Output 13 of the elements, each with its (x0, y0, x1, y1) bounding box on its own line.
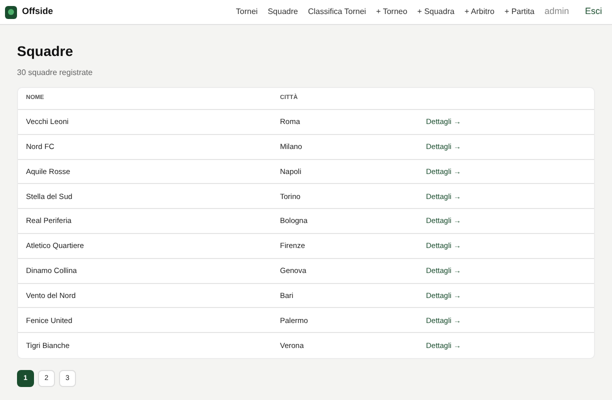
brand-name: Offside (22, 5, 54, 18)
nav-link[interactable]: + Squadra (412, 6, 460, 18)
page-title: Squadre (17, 42, 74, 60)
nav-link[interactable]: Tornei (230, 6, 263, 18)
user-label: admin (543, 5, 570, 18)
logo-icon (5, 6, 17, 18)
nav-link[interactable]: + Arbitro (459, 6, 500, 18)
nav-link[interactable]: + Partita (499, 6, 540, 18)
nav-link[interactable]: Classifica Tornei (302, 6, 372, 18)
page-subtitle: 30 squadre registrate (17, 68, 94, 78)
logout-link[interactable]: Esci (580, 5, 607, 19)
nav-link[interactable]: Squadre (262, 6, 303, 18)
nav-link[interactable]: + Torneo (371, 6, 412, 18)
